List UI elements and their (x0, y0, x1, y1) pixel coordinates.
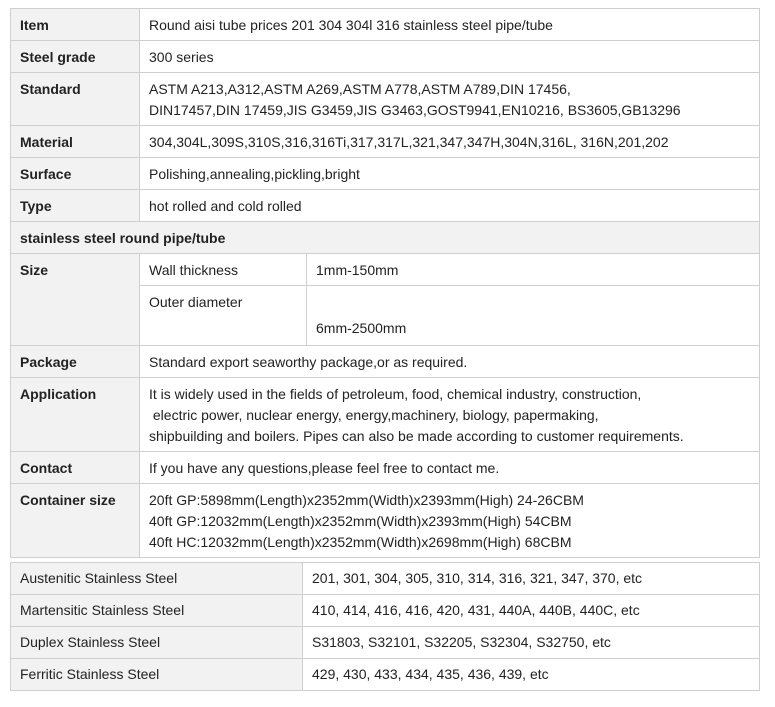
spec-row-package: Package Standard export seaworthy packag… (10, 345, 760, 378)
section-title: stainless steel round pipe/tube (10, 221, 760, 254)
container-line: 20ft GP:5898mm(Length)x2352mm(Width)x239… (149, 492, 584, 508)
spec-value: 304,304L,309S,310S,316,316Ti,317,317L,32… (139, 125, 760, 158)
spec-value: 6mm-2500mm (306, 285, 760, 346)
spec-label: Application (10, 377, 140, 452)
spec-label: Contact (10, 451, 140, 484)
grade-family: Duplex Stainless Steel (10, 626, 303, 659)
spec-value: 300 series (139, 40, 760, 73)
spec-label: Package (10, 345, 140, 378)
spec-section-row: stainless steel round pipe/tube (10, 221, 760, 254)
spec-row-material: Material 304,304L,309S,310S,316,316Ti,31… (10, 125, 760, 158)
spec-row-standard: Standard ASTM A213,A312,ASTM A269,ASTM A… (10, 72, 760, 126)
application-line: It is widely used in the fields of petro… (149, 386, 642, 402)
application-line: electric power, nuclear energy, energy,m… (149, 407, 599, 423)
spec-value: ASTM A213,A312,ASTM A269,ASTM A778,ASTM … (139, 72, 760, 126)
standard-line: ASTM A213,A312,ASTM A269,ASTM A778,ASTM … (149, 81, 571, 97)
spec-sublabel: Wall thickness (139, 253, 307, 286)
spec-row-wall-thickness: Size Wall thickness 1mm-150mm (10, 253, 760, 346)
spec-label: Steel grade (10, 40, 140, 73)
spec-value: hot rolled and cold rolled (139, 189, 760, 222)
spec-label: Container size (10, 483, 140, 558)
spec-label: Type (10, 189, 140, 222)
spec-row-type: Type hot rolled and cold rolled (10, 189, 760, 222)
grade-family: Ferritic Stainless Steel (10, 658, 303, 691)
spec-label: Standard (10, 72, 140, 126)
grade-numbers: 410, 414, 416, 416, 420, 431, 440A, 440B… (302, 594, 760, 627)
grade-family: Austenitic Stainless Steel (10, 562, 303, 595)
spec-label: Material (10, 125, 140, 158)
spec-value: Standard export seaworthy package,or as … (139, 345, 760, 378)
spec-value: Polishing,annealing,pickling,bright (139, 157, 760, 190)
spec-value: 20ft GP:5898mm(Length)x2352mm(Width)x239… (139, 483, 760, 558)
container-line: 40ft HC:12032mm(Length)x2352mm(Width)x26… (149, 534, 572, 550)
grade-numbers: 201, 301, 304, 305, 310, 314, 316, 321, … (302, 562, 760, 595)
spec-label: Size (10, 253, 140, 346)
spec-sublabel: Outer diameter (139, 285, 307, 346)
grade-row: Ferritic Stainless Steel 429, 430, 433, … (10, 658, 760, 691)
container-line: 40ft GP:12032mm(Length)x2352mm(Width)x23… (149, 513, 572, 529)
spec-row-surface: Surface Polishing,annealing,pickling,bri… (10, 157, 760, 190)
spec-row-contact: Contact If you have any questions,please… (10, 451, 760, 484)
spec-value: Round aisi tube prices 201 304 304l 316 … (139, 8, 760, 41)
spec-value: It is widely used in the fields of petro… (139, 377, 760, 452)
application-line: shipbuilding and boilers. Pipes can also… (149, 428, 684, 444)
spec-row-grade: Steel grade 300 series (10, 40, 760, 73)
grade-family: Martensitic Stainless Steel (10, 594, 303, 627)
spec-label: Item (10, 8, 140, 41)
grade-row: Austenitic Stainless Steel 201, 301, 304… (10, 562, 760, 595)
product-spec-table: Item Round aisi tube prices 201 304 304l… (10, 8, 760, 558)
spec-label: Surface (10, 157, 140, 190)
spec-row-item: Item Round aisi tube prices 201 304 304l… (10, 8, 760, 41)
grade-numbers: 429, 430, 433, 434, 435, 436, 439, etc (302, 658, 760, 691)
spec-row-container: Container size 20ft GP:5898mm(Length)x23… (10, 483, 760, 558)
grade-row: Martensitic Stainless Steel 410, 414, 41… (10, 594, 760, 627)
spec-value: 1mm-150mm (306, 253, 760, 286)
steel-grades-table: Austenitic Stainless Steel 201, 301, 304… (10, 562, 760, 691)
grade-numbers: S31803, S32101, S32205, S32304, S32750, … (302, 626, 760, 659)
spec-row-application: Application It is widely used in the fie… (10, 377, 760, 452)
spec-value: If you have any questions,please feel fr… (139, 451, 760, 484)
grade-row: Duplex Stainless Steel S31803, S32101, S… (10, 626, 760, 659)
standard-line: DIN17457,DIN 17459,JIS G3459,JIS G3463,G… (149, 102, 681, 118)
